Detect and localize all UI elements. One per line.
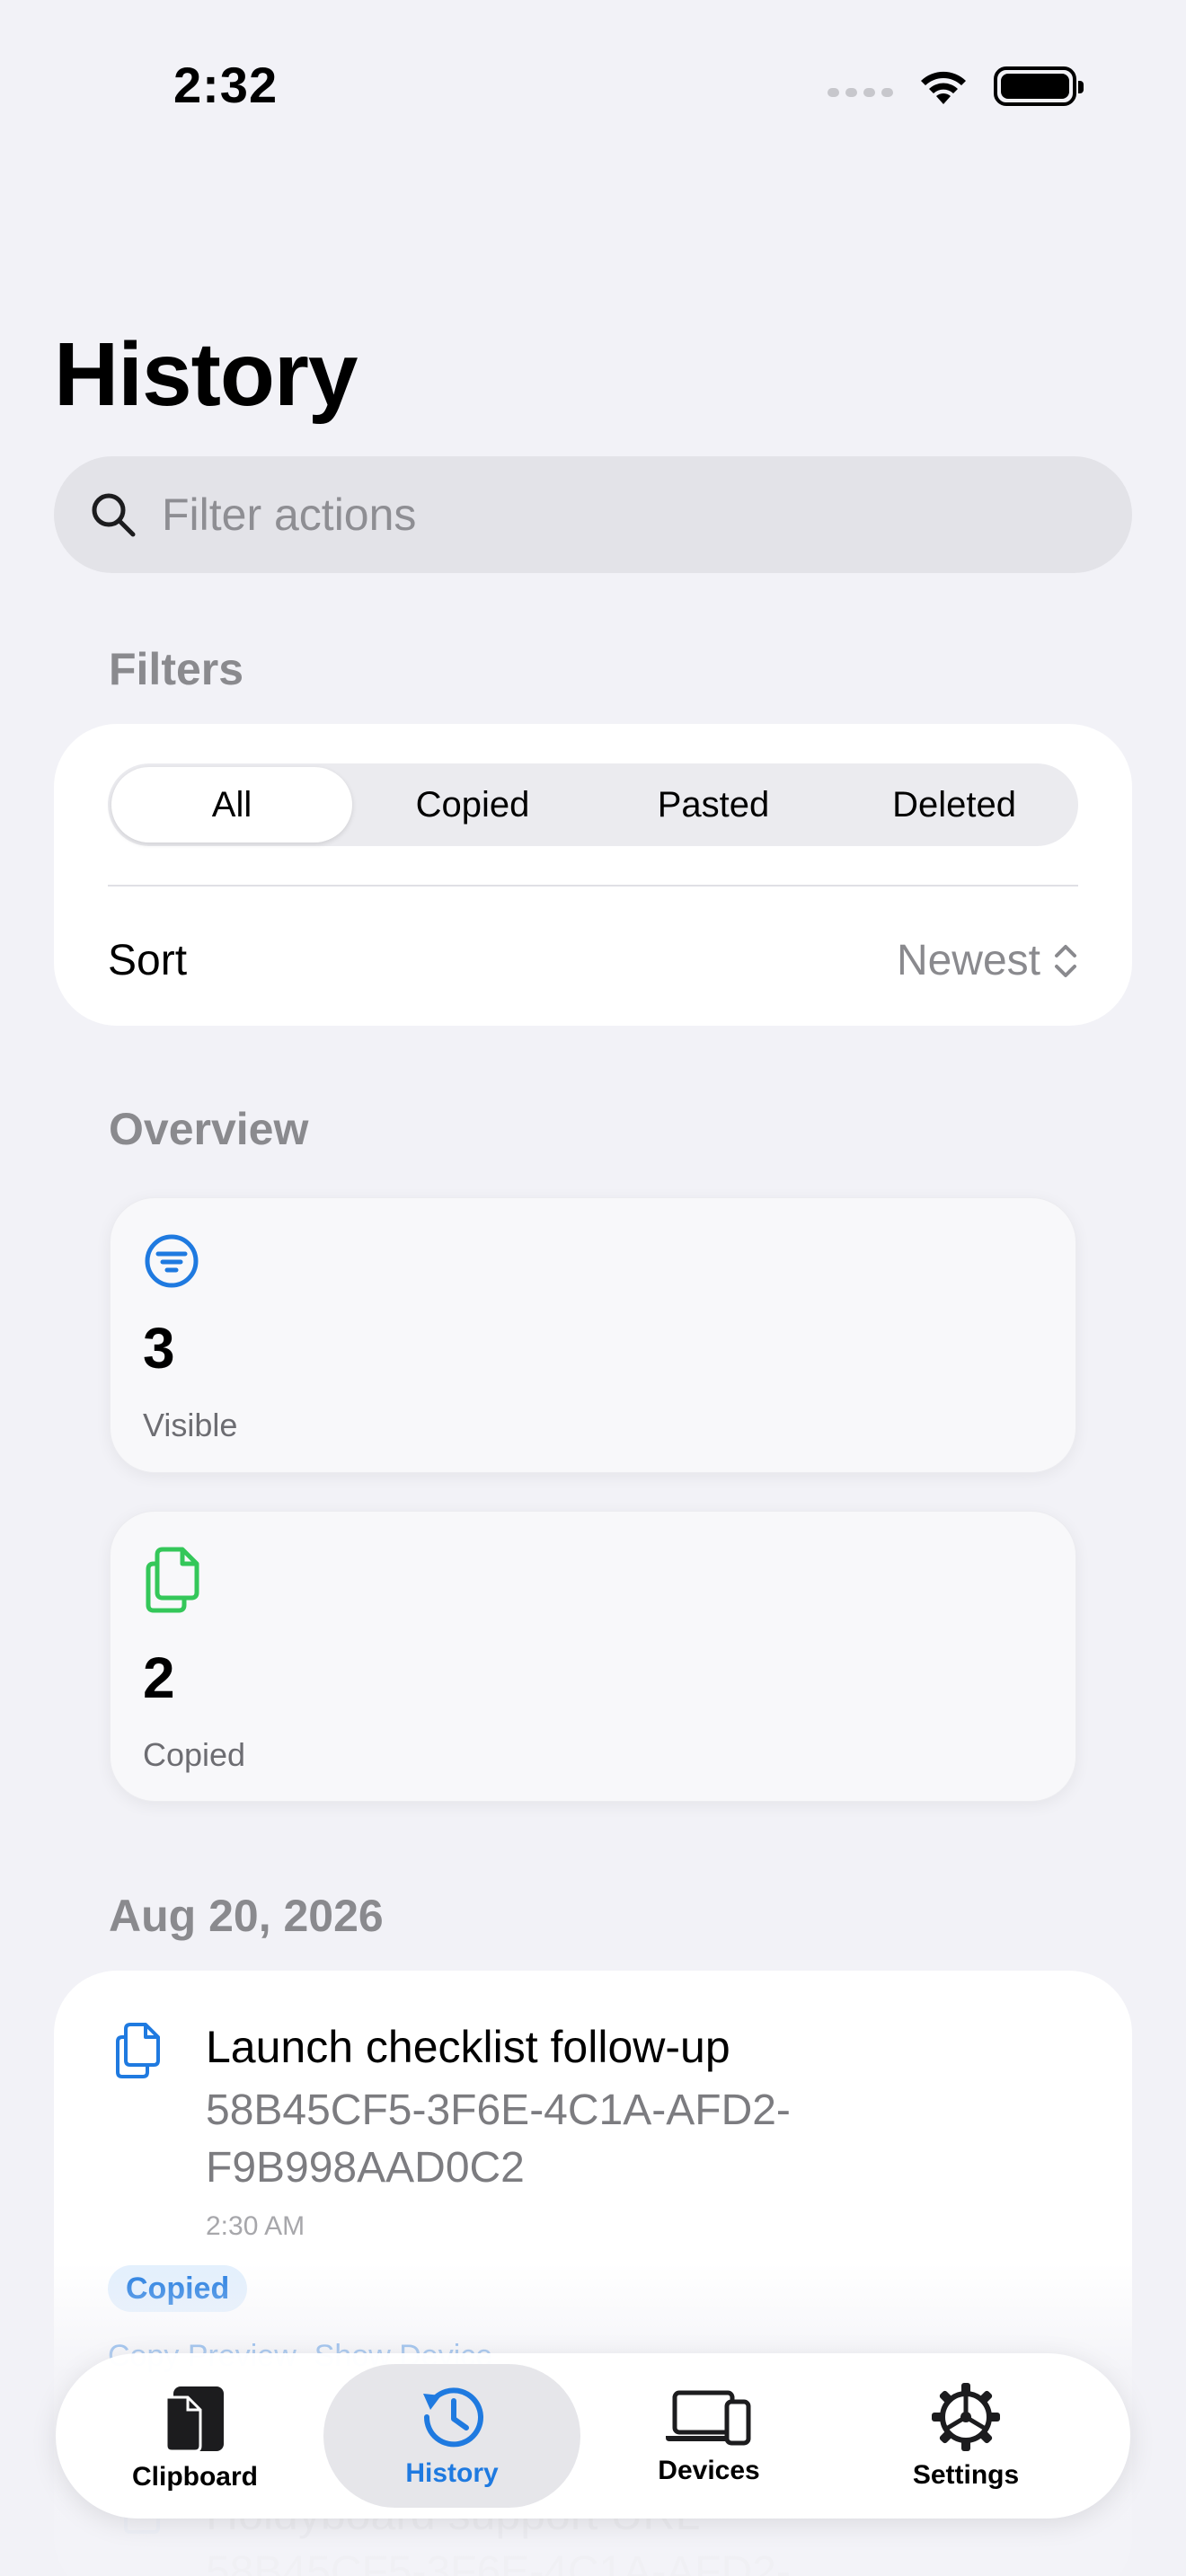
sort-label: Sort xyxy=(108,937,188,984)
tab-label: Settings xyxy=(912,2460,1020,2490)
item-subtitle-line: 58B45CF5-3F6E-4C1A-AFD2- xyxy=(206,2086,791,2134)
battery-icon xyxy=(994,66,1084,106)
sort-picker[interactable]: Newest xyxy=(897,936,1078,985)
laptop-phone-icon xyxy=(666,2390,751,2446)
segment-all[interactable]: All xyxy=(111,767,352,842)
filter-segmented-control: All Copied Pasted Deleted xyxy=(108,763,1078,846)
item-title: Launch checklist follow-up xyxy=(206,2022,730,2072)
history-clock-icon xyxy=(423,2387,483,2448)
date-section-label: Aug 20, 2026 xyxy=(109,1891,384,1941)
segment-deleted[interactable]: Deleted xyxy=(834,767,1075,842)
stat-value: 2 xyxy=(143,1645,175,1710)
copy-docs-icon xyxy=(116,2023,160,2078)
tab-settings[interactable]: Settings xyxy=(837,2364,1094,2508)
tab-devices[interactable]: Devices xyxy=(580,2364,837,2508)
status-badge: Copied xyxy=(108,2265,248,2312)
page-title: History xyxy=(54,324,358,425)
sort-value: Newest xyxy=(896,937,1040,984)
search-bar[interactable] xyxy=(54,456,1132,573)
tab-clipboard[interactable]: Clipboard xyxy=(66,2364,323,2508)
divider xyxy=(108,885,1078,887)
stat-card-visible: 3 Visible xyxy=(110,1197,1076,1473)
tab-label: Devices xyxy=(658,2456,760,2485)
search-input[interactable] xyxy=(162,489,1132,541)
status-bar: 2:32 xyxy=(0,0,1186,180)
stat-card-copied: 2 Copied xyxy=(110,1511,1076,1802)
stat-label: Copied xyxy=(143,1736,246,1773)
segment-copied[interactable]: Copied xyxy=(352,767,593,842)
filters-card: All Copied Pasted Deleted Sort Newest xyxy=(54,724,1132,1026)
tab-history[interactable]: History xyxy=(323,2364,580,2508)
status-time: 2:32 xyxy=(173,57,279,113)
filters-section-label: Filters xyxy=(109,644,244,694)
search-icon xyxy=(92,493,136,537)
stat-label: Visible xyxy=(143,1407,238,1443)
wifi-icon xyxy=(921,71,966,104)
copy-docs-icon xyxy=(146,1547,199,1613)
cellular-signal-icon xyxy=(828,88,893,97)
tab-label: Clipboard xyxy=(132,2462,258,2492)
tab-label: History xyxy=(405,2458,499,2488)
item-subtitle-line: F9B998AAD0C2 xyxy=(206,2144,525,2192)
item-time: 2:30 AM xyxy=(206,2211,305,2241)
chevron-up-down-icon xyxy=(1055,944,1076,977)
item-subtitle: 58B45CF5-3F6E-4C1A-AFD2- xyxy=(206,2548,791,2576)
status-icons xyxy=(828,66,1084,106)
clipboard-icon xyxy=(164,2386,224,2453)
filter-circle-icon xyxy=(145,1234,199,1288)
segment-pasted[interactable]: Pasted xyxy=(593,767,834,842)
overview-section-label: Overview xyxy=(109,1104,309,1154)
stat-value: 3 xyxy=(143,1316,175,1381)
gear-icon xyxy=(932,2383,1000,2451)
tab-bar: Clipboard History Devices Settings xyxy=(56,2353,1130,2519)
item-subtitle: 58B45CF5-3F6E-4C1A-AFD2- F9B998AAD0C2 xyxy=(206,2082,1014,2197)
